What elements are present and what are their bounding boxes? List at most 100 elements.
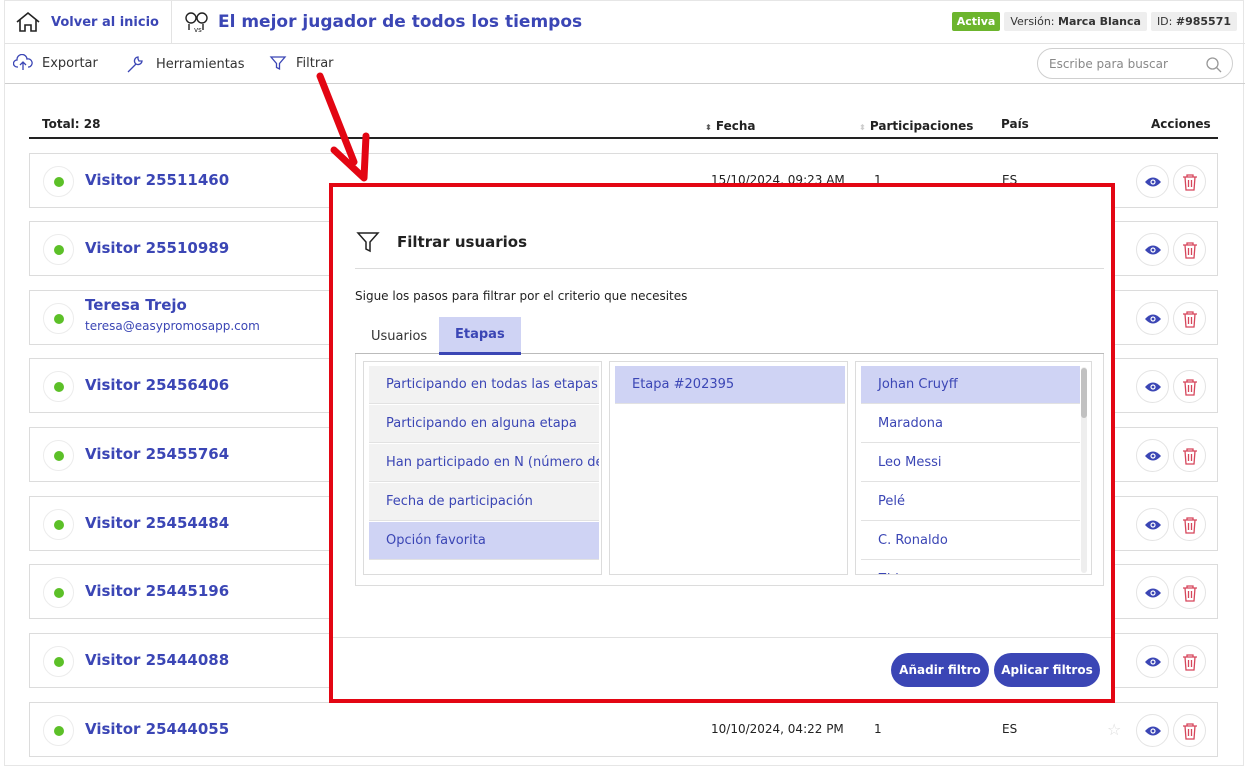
table-row[interactable]: Visitor 25444055 10/10/2024, 04:22 PM 1 … xyxy=(29,702,1218,757)
view-button[interactable] xyxy=(1136,302,1169,335)
cloud-upload-icon xyxy=(13,54,33,70)
view-button[interactable] xyxy=(1136,439,1169,472)
apply-filters-button[interactable]: Aplicar filtros xyxy=(994,653,1100,687)
column-participations[interactable]: ⬍ Participaciones xyxy=(859,119,973,133)
status-dot xyxy=(53,587,64,598)
tab-usuarios[interactable]: Usuarios xyxy=(355,317,443,355)
option-item[interactable]: Maradona xyxy=(861,405,1080,443)
modal-description: Sigue los pasos para filtrar por el crit… xyxy=(355,289,688,303)
id-value: #985571 xyxy=(1175,15,1231,28)
export-label: Exportar xyxy=(42,55,98,71)
user-name[interactable]: Visitor 25455764 xyxy=(85,445,229,463)
tab-etapas[interactable]: Etapas xyxy=(439,317,521,355)
trash-icon xyxy=(1182,378,1197,396)
export-button[interactable]: Exportar xyxy=(13,54,98,72)
user-name[interactable]: Visitor 25444055 xyxy=(85,720,229,738)
delete-button[interactable] xyxy=(1173,233,1206,266)
table-header: Total: 28 ⬍ Fecha ⬍ Participaciones País… xyxy=(29,111,1218,139)
option-item-selected[interactable]: Johan Cruyff xyxy=(861,366,1080,404)
view-button[interactable] xyxy=(1136,370,1169,403)
delete-button[interactable] xyxy=(1173,576,1206,609)
delete-button[interactable] xyxy=(1173,439,1206,472)
option-item[interactable]: Pelé xyxy=(861,483,1080,521)
svg-text:vs: vs xyxy=(194,26,202,33)
column-country: País xyxy=(1001,117,1029,131)
column-date[interactable]: ⬍ Fecha xyxy=(705,119,756,133)
version-label: Versión: xyxy=(1010,15,1055,28)
eye-icon xyxy=(1144,314,1161,323)
row-country: ES xyxy=(1002,722,1018,736)
view-button[interactable] xyxy=(1136,714,1169,747)
status-dot xyxy=(53,725,64,736)
eye-icon xyxy=(1144,177,1161,186)
trash-icon xyxy=(1182,653,1197,671)
view-button[interactable] xyxy=(1136,508,1169,541)
user-name[interactable]: Visitor 25445196 xyxy=(85,582,229,600)
trash-icon xyxy=(1182,447,1197,465)
user-name[interactable]: Teresa Trejo xyxy=(85,296,187,314)
delete-button[interactable] xyxy=(1173,302,1206,335)
status-indicator xyxy=(43,646,74,677)
column-participations-label: Participaciones xyxy=(869,119,974,133)
status-dot xyxy=(53,450,64,461)
status-dot xyxy=(53,176,64,187)
search-input[interactable] xyxy=(1049,56,1199,71)
home-icon xyxy=(16,11,40,32)
criteria-option[interactable]: Participando en todas las etapas xyxy=(369,366,599,404)
view-button[interactable] xyxy=(1136,645,1169,678)
delete-button[interactable] xyxy=(1173,714,1206,747)
modal-header: Filtrar usuarios xyxy=(355,229,1104,269)
delete-button[interactable] xyxy=(1173,508,1206,541)
options-scrollbar-thumb[interactable] xyxy=(1081,368,1087,418)
status-indicator xyxy=(43,166,74,197)
column-actions: Acciones xyxy=(1151,117,1211,131)
user-name[interactable]: Visitor 25510989 xyxy=(85,239,229,257)
search-icon[interactable] xyxy=(1205,56,1223,74)
delete-button[interactable] xyxy=(1173,645,1206,678)
criteria-option[interactable]: Participando en alguna etapa xyxy=(369,405,599,443)
criteria-option[interactable]: Han participado en N (número de xyxy=(369,444,599,482)
view-button[interactable] xyxy=(1136,233,1169,266)
version-value: Marca Blanca xyxy=(1058,15,1141,28)
funnel-icon xyxy=(269,56,287,71)
eye-icon xyxy=(1144,451,1161,460)
criteria-option-selected[interactable]: Opción favorita xyxy=(369,522,599,560)
tools-button[interactable]: Herramientas xyxy=(125,54,245,74)
status-indicator xyxy=(43,234,74,265)
row-participations: 1 xyxy=(874,722,882,736)
toolbar: Exportar Herramientas Filtrar xyxy=(5,44,1245,84)
view-button[interactable] xyxy=(1136,576,1169,609)
add-filter-button[interactable]: Añadir filtro xyxy=(891,653,989,687)
view-button[interactable] xyxy=(1136,165,1169,198)
user-name[interactable]: Visitor 25511460 xyxy=(85,171,229,189)
trash-icon xyxy=(1182,173,1197,191)
trash-icon xyxy=(1182,722,1197,740)
status-badge: Activa xyxy=(951,12,1001,31)
option-item[interactable]: Leo Messi xyxy=(861,444,1080,482)
eye-icon xyxy=(1144,382,1161,391)
option-item[interactable]: Zidane xyxy=(861,561,1080,574)
delete-button[interactable] xyxy=(1173,165,1206,198)
filter-modal: Filtrar usuarios Sigue los pasos para fi… xyxy=(329,183,1115,703)
tools-label: Herramientas xyxy=(156,56,245,72)
status-indicator xyxy=(43,371,74,402)
modal-tabs: Usuarios Etapas xyxy=(355,314,1104,355)
home-link[interactable]: Volver al inicio xyxy=(5,0,172,44)
criteria-option[interactable]: Fecha de participación xyxy=(369,483,599,521)
stage-option-selected[interactable]: Etapa #202395 xyxy=(615,366,845,404)
eye-icon xyxy=(1144,588,1161,597)
user-name[interactable]: Visitor 25444088 xyxy=(85,651,229,669)
eye-icon xyxy=(1144,520,1161,529)
status-dot xyxy=(53,656,64,667)
annotation-arrow xyxy=(316,72,370,182)
star-icon[interactable]: ☆ xyxy=(1107,720,1121,739)
sort-icon: ⬍ xyxy=(859,123,866,132)
user-email: teresa@easypromosapp.com xyxy=(85,319,260,333)
status-dot xyxy=(53,381,64,392)
delete-button[interactable] xyxy=(1173,370,1206,403)
user-name[interactable]: Visitor 25454484 xyxy=(85,514,229,532)
option-item[interactable]: C. Ronaldo xyxy=(861,522,1080,560)
user-name[interactable]: Visitor 25456406 xyxy=(85,376,229,394)
modal-title: Filtrar usuarios xyxy=(397,233,528,251)
status-indicator xyxy=(43,303,74,334)
